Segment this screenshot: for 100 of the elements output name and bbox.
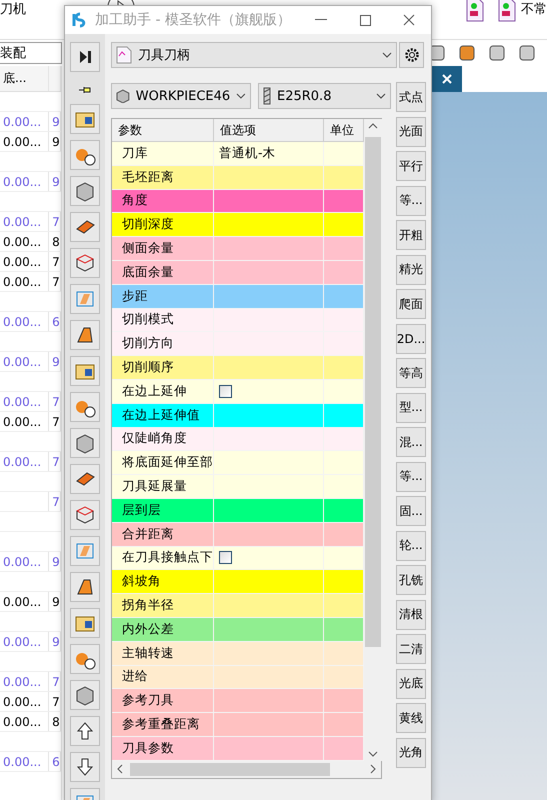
parameter-row[interactable]: 拐角半径 bbox=[112, 594, 364, 618]
table-cell: 0.00... bbox=[0, 112, 50, 131]
table-cell: 7 bbox=[49, 672, 61, 691]
parameter-row[interactable]: 主轴转速 bbox=[112, 642, 364, 666]
parameter-row[interactable]: 切削顺序 bbox=[112, 356, 364, 380]
parameter-name: 刀具延展量 bbox=[112, 475, 214, 498]
parameter-row[interactable]: 刀具参数 bbox=[112, 736, 364, 761]
parameter-row[interactable]: 在边上延伸值 bbox=[112, 404, 364, 428]
operation-button[interactable]: 孔铣 bbox=[396, 565, 426, 595]
parameter-name: 切削模式 bbox=[112, 308, 214, 332]
parameter-row[interactable]: 切削深度 bbox=[112, 213, 364, 238]
parameter-name: 参考刀具 bbox=[112, 689, 214, 712]
parameter-name: 切削深度 bbox=[112, 213, 214, 236]
table-cell: 0.00... bbox=[0, 752, 50, 771]
operation-button[interactable]: 型... bbox=[396, 392, 426, 422]
parameter-name: 刀具参数 bbox=[112, 736, 214, 760]
parameter-name: 切削顺序 bbox=[112, 356, 214, 379]
table-cell: 0.00... bbox=[0, 272, 50, 291]
parameter-row[interactable]: 斜坡角 bbox=[112, 570, 364, 594]
operation-button[interactable]: 光角 bbox=[396, 738, 426, 768]
table-cell: 9 bbox=[49, 632, 61, 651]
parameter-row[interactable]: 内外公差 bbox=[112, 618, 364, 642]
ribbon-label[interactable]: 不常 bbox=[521, 0, 547, 18]
operation-button[interactable]: 2D... bbox=[396, 324, 426, 354]
parameter-name: 在边上延伸值 bbox=[112, 404, 214, 427]
parameter-row[interactable]: 将底面延伸至部 bbox=[112, 451, 364, 476]
parameter-row[interactable]: 侧面余量 bbox=[112, 237, 364, 261]
parameter-name: 主轴转速 bbox=[112, 642, 214, 665]
table-cell: 7 bbox=[49, 212, 61, 231]
operation-button[interactable]: 等高 bbox=[396, 358, 426, 388]
tool-dropdown[interactable]: E25R0.8 bbox=[258, 83, 391, 109]
operation-button[interactable]: 二清 bbox=[396, 634, 426, 664]
parameter-row[interactable]: 参考刀具 bbox=[112, 689, 364, 714]
parameter-row[interactable]: 参考重叠距离 bbox=[112, 713, 364, 737]
operation-button[interactable]: 轮... bbox=[396, 530, 426, 560]
assembly-field[interactable]: 装配 bbox=[0, 42, 62, 64]
table-cell: 6 bbox=[49, 312, 61, 331]
parameter-row[interactable]: 在刀具接触点下 bbox=[112, 546, 364, 570]
operation-button[interactable]: 光面 bbox=[396, 116, 426, 146]
parameter-name: 角度 bbox=[112, 190, 214, 212]
parameter-name: 底面余量 bbox=[112, 260, 214, 284]
table-cell: 9 bbox=[49, 352, 61, 371]
parameter-row[interactable]: 合并距离 bbox=[112, 522, 364, 547]
parameter-row[interactable]: 仅陡峭角度 bbox=[112, 428, 364, 452]
parameter-row[interactable]: 切削模式 bbox=[112, 308, 364, 332]
table-cell: 8 bbox=[49, 712, 61, 731]
column-header[interactable]: 参数 bbox=[112, 119, 214, 141]
operation-button[interactable]: 式点 bbox=[396, 82, 426, 112]
table-cell: 9 bbox=[49, 172, 61, 191]
parameter-name: 参考重叠距离 bbox=[112, 713, 214, 736]
table-cell: 7 bbox=[49, 272, 61, 291]
parameter-name: 内外公差 bbox=[112, 618, 214, 641]
table-cell: 0.00... bbox=[0, 212, 50, 231]
table-cell: 0.00... bbox=[0, 312, 50, 331]
operation-button[interactable]: 开粗 bbox=[396, 220, 426, 250]
parameter-row[interactable]: 毛坯距离 bbox=[112, 166, 364, 190]
category-dropdown[interactable]: 刀具刀柄 bbox=[111, 42, 397, 68]
table-cell: 9 bbox=[49, 112, 61, 131]
parameter-row[interactable]: 在边上延伸 bbox=[112, 380, 364, 404]
table-cell: 0.00... bbox=[0, 592, 50, 611]
parameter-row[interactable]: 刀库 普通机-木 bbox=[112, 142, 364, 166]
parameter-name: 仅陡峭角度 bbox=[112, 428, 214, 450]
parameter-name: 刀库 bbox=[112, 142, 214, 165]
operation-button[interactable]: 光底 bbox=[396, 668, 426, 698]
table-cell: 0.00... bbox=[0, 172, 50, 191]
table-cell: 7 bbox=[49, 452, 61, 471]
parameter-name: 拐角半径 bbox=[112, 594, 214, 617]
parameter-name: 层到层 bbox=[112, 498, 214, 522]
parameter-row[interactable]: 步距 bbox=[112, 284, 364, 309]
parameter-name: 在边上延伸 bbox=[112, 380, 214, 403]
operation-button[interactable]: 精光 bbox=[396, 254, 426, 284]
table-cell: 9 bbox=[49, 592, 61, 611]
parameter-row[interactable]: 切削方向 bbox=[112, 332, 364, 356]
table-cell: 7 bbox=[49, 392, 61, 411]
parameter-row[interactable]: 角度 bbox=[112, 190, 364, 214]
parameter-row[interactable]: 进给 bbox=[112, 666, 364, 690]
ribbon-label[interactable]: 刀机 bbox=[0, 0, 26, 18]
operation-button[interactable]: 等... bbox=[396, 462, 426, 492]
parameter-value: 普通机-木 bbox=[214, 142, 324, 165]
operation-button[interactable]: 清根 bbox=[396, 600, 426, 630]
parameter-name: 进给 bbox=[112, 666, 214, 688]
table-cell: 9 bbox=[49, 552, 61, 571]
column-header[interactable]: 值选项 bbox=[214, 119, 324, 141]
operation-button[interactable]: 平行 bbox=[396, 151, 426, 181]
operation-button[interactable]: 黄线 bbox=[396, 703, 426, 733]
table-cell: 0.00... bbox=[0, 692, 50, 711]
parameter-row[interactable]: 刀具延展量 bbox=[112, 475, 364, 499]
operation-button[interactable]: 等... bbox=[396, 186, 426, 216]
table-cell: 0.00... bbox=[0, 672, 50, 691]
operation-button[interactable]: 爬面 bbox=[396, 289, 426, 319]
table-cell: 0.00... bbox=[0, 232, 50, 251]
parameter-row[interactable]: 层到层 bbox=[112, 498, 364, 523]
workpiece-dropdown[interactable]: WORKPIECE46 bbox=[111, 83, 251, 109]
parameter-name: 将底面延伸至部 bbox=[112, 451, 214, 474]
table-cell: 7 bbox=[49, 692, 61, 711]
operation-button[interactable]: 固... bbox=[396, 496, 426, 526]
window-title: 加工助手 - 模圣软件（旗舰版） bbox=[95, 11, 292, 29]
table-cell: 8 bbox=[49, 232, 61, 251]
operation-button[interactable]: 混... bbox=[396, 427, 426, 457]
parameter-row[interactable]: 底面余量 bbox=[112, 260, 364, 285]
